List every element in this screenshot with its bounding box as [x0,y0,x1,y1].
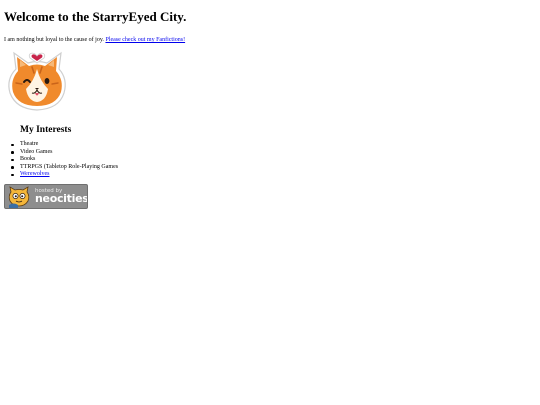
interests-heading: My Interests [20,125,72,135]
page-title: Welcome to the StarryEyed City. [4,9,187,24]
list-item: Video Games [11,148,534,157]
bullet-icon [11,173,14,177]
interest-ttrpgs: TTRPGS (Tabletop Role-Playing Games [20,163,119,170]
interest-theatre: Theatre [20,141,39,147]
interest-books: Books [20,156,36,163]
interests-list: Theatre Video Games Books TTRPGS (Tablet… [4,141,534,179]
list-item: Werewolves [11,171,534,179]
interest-video-games: Video Games [20,148,53,155]
fanfictions-link[interactable]: Please check out my Fanfictions! [105,37,185,43]
interest-werewolves-link[interactable]: Werewolves [20,171,50,177]
neocities-cat-icon [8,186,30,208]
list-item: Theatre [11,141,534,149]
cat-sticker-icon [8,51,66,111]
list-item: Books [11,156,534,164]
bullet-icon [11,143,14,147]
intro-text: I am nothing but loyal to the cause of j… [4,37,106,43]
bullet-icon [11,158,14,162]
page-content: Welcome to the StarryEyed City. I am not… [4,0,534,209]
neocities-logo-text: neocities [35,191,88,205]
intro-paragraph: I am nothing but loyal to the cause of j… [4,36,534,44]
neocities-badge[interactable]: hosted by neocities [4,183,88,209]
bullet-icon [11,166,14,169]
list-item: TTRPGS (Tabletop Role-Playing Games [11,163,534,172]
bullet-icon [11,151,14,154]
